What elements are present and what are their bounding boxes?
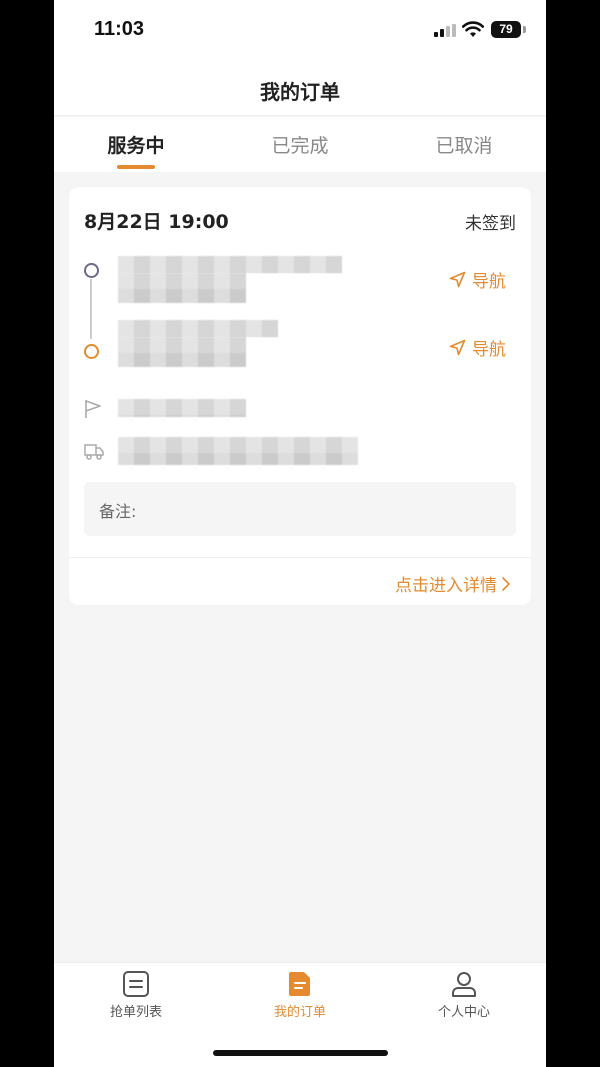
signal-icon [434,24,456,37]
status-bar: 11:03 79 [54,0,546,62]
tab-completed[interactable]: 已完成 [218,131,382,158]
nav-bar: 我的订单 [54,62,546,116]
flag-icon [85,400,101,418]
home-indicator [213,1050,388,1056]
navigate-start-label: 导航 [472,272,506,292]
truck-icon [84,444,104,460]
start-address-redacted-line2 [118,273,246,303]
navigate-end-label: 导航 [472,340,506,360]
end-point-icon [84,344,99,359]
navigate-arrow-icon [449,271,466,288]
page-title: 我的订单 [260,80,340,104]
wifi-icon [462,21,484,37]
phone-screen: 11:03 79 我的订单 服务中 已完成 已取消 8月22日 19:00 未签… [54,0,546,1067]
route-line [90,279,92,339]
chevron-right-icon [502,576,510,591]
tab-in-service[interactable]: 服务中 [54,131,218,158]
navigate-start-button[interactable]: 导航 [449,267,506,292]
navigate-end-button[interactable]: 导航 [449,335,506,360]
contact-redacted [118,399,246,417]
remark-box: 备注: [84,482,516,536]
end-address-redacted [118,320,278,337]
vehicle-redacted [118,437,358,465]
order-status: 未签到 [465,214,516,234]
tab-cancelled[interactable]: 已取消 [382,131,546,158]
battery-icon: 79 [491,21,521,38]
start-address-redacted [118,256,342,273]
view-detail-label: 点击进入详情 [395,576,497,596]
order-tabs: 服务中 已完成 已取消 [54,117,546,172]
tabbar-grab-list-label: 抢单列表 [109,1005,162,1020]
card-divider [69,557,531,558]
remark-label: 备注: [99,502,137,521]
tabbar-my-orders[interactable]: 我的订单 [218,969,382,1020]
order-icon [289,972,310,996]
tabbar-profile[interactable]: 个人中心 [382,969,546,1020]
end-address-redacted-line2 [118,337,246,367]
navigate-arrow-icon [449,339,466,356]
tabbar-grab-list[interactable]: 抢单列表 [54,969,218,1020]
order-card[interactable]: 8月22日 19:00 未签到 导航 导航 备注: 点击进入详情 [69,187,531,605]
view-detail-link[interactable]: 点击进入详情 [395,571,511,596]
tab-active-indicator [117,165,155,169]
tabbar-my-orders-label: 我的订单 [273,1005,326,1020]
start-point-icon [84,263,99,278]
tabbar-profile-label: 个人中心 [437,1005,490,1020]
battery-level: 79 [499,22,513,36]
status-time: 11:03 [94,18,145,40]
battery-tip [523,26,526,33]
list-icon [123,971,149,997]
order-datetime: 8月22日 19:00 [84,211,229,233]
user-icon [452,972,476,997]
